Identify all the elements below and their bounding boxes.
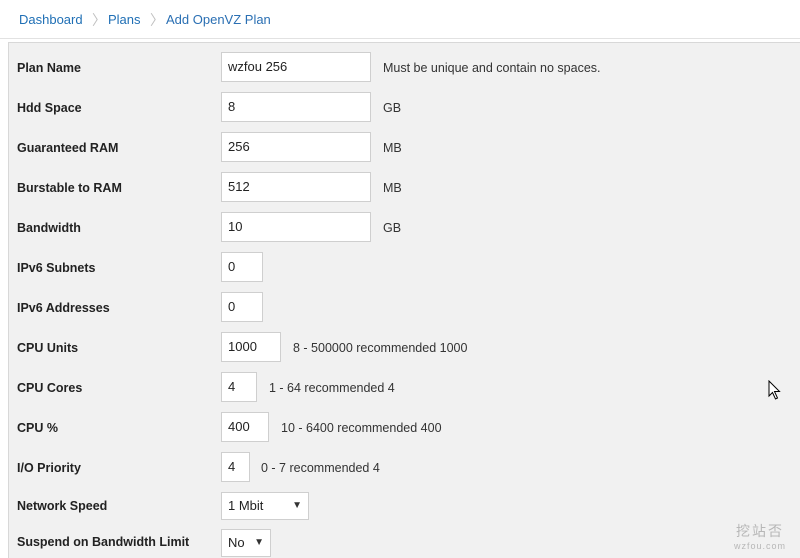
hdd-space-input[interactable]: 8 <box>221 92 371 122</box>
burstable-ram-label: Burstable to RAM <box>17 181 122 195</box>
breadcrumb-separator: 〉 <box>92 12 106 28</box>
cpu-cores-hint: 1 - 64 recommended 4 <box>269 381 395 395</box>
cpu-percent-input[interactable]: 400 <box>221 412 269 442</box>
io-priority-hint: 0 - 7 recommended 4 <box>261 461 380 475</box>
breadcrumb: Dashboard 〉 Plans 〉 Add OpenVZ Plan <box>0 0 800 39</box>
watermark-sub: wzfou.com <box>733 541 786 551</box>
cpu-cores-label: CPU Cores <box>17 381 83 395</box>
network-speed-value: 1 Mbit <box>228 498 264 513</box>
chevron-down-icon: ▼ <box>254 537 264 548</box>
mouse-cursor-icon <box>768 380 781 400</box>
bandwidth-input[interactable]: 10 <box>221 212 371 242</box>
cpu-units-hint: 8 - 500000 recommended 1000 <box>293 341 468 355</box>
bandwidth-unit: GB <box>383 221 402 235</box>
cpu-units-input[interactable]: 1000 <box>221 332 281 362</box>
burstable-ram-input[interactable]: 512 <box>221 172 371 202</box>
guaranteed-ram-label: Guaranteed RAM <box>17 141 119 155</box>
cpu-percent-label: CPU % <box>17 421 58 435</box>
burstable-ram-unit: MB <box>383 181 402 195</box>
cpu-cores-input[interactable]: 4 <box>221 372 257 402</box>
watermark: 挖站否 wzfou.com <box>734 521 786 551</box>
guaranteed-ram-unit: MB <box>383 141 402 155</box>
ipv6-subnets-input[interactable]: 0 <box>221 252 263 282</box>
plan-form-panel: Plan Name wzfou 256 Must be unique and c… <box>8 42 800 558</box>
breadcrumb-separator: 〉 <box>150 12 164 28</box>
network-speed-select[interactable]: 1 Mbit ▼ <box>221 492 309 520</box>
plan-name-input[interactable]: wzfou 256 <box>221 52 371 82</box>
guaranteed-ram-input[interactable]: 256 <box>221 132 371 162</box>
suspend-bandwidth-label: Suspend on Bandwidth Limit <box>17 535 190 549</box>
chevron-down-icon: ▼ <box>292 500 302 511</box>
ipv6-addresses-input[interactable]: 0 <box>221 292 263 322</box>
ipv6-addresses-label: IPv6 Addresses <box>17 301 110 315</box>
cpu-units-label: CPU Units <box>17 341 79 355</box>
plan-name-label: Plan Name <box>17 61 81 75</box>
breadcrumb-plans[interactable]: Plans <box>108 12 141 27</box>
io-priority-input[interactable]: 4 <box>221 452 250 482</box>
suspend-bandwidth-value: No <box>228 535 245 550</box>
suspend-bandwidth-select[interactable]: No ▼ <box>221 529 271 557</box>
breadcrumb-current: Add OpenVZ Plan <box>166 12 271 27</box>
ipv6-subnets-label: IPv6 Subnets <box>17 261 96 275</box>
cpu-percent-hint: 10 - 6400 recommended 400 <box>281 421 442 435</box>
hdd-space-unit: GB <box>383 101 402 115</box>
io-priority-label: I/O Priority <box>17 461 81 475</box>
plan-name-hint: Must be unique and contain no spaces. <box>383 61 601 75</box>
breadcrumb-dashboard[interactable]: Dashboard <box>19 12 83 27</box>
watermark-text: 挖站否 <box>735 523 784 539</box>
hdd-space-label: Hdd Space <box>17 101 82 115</box>
bandwidth-label: Bandwidth <box>17 221 81 235</box>
network-speed-label: Network Speed <box>17 499 108 513</box>
